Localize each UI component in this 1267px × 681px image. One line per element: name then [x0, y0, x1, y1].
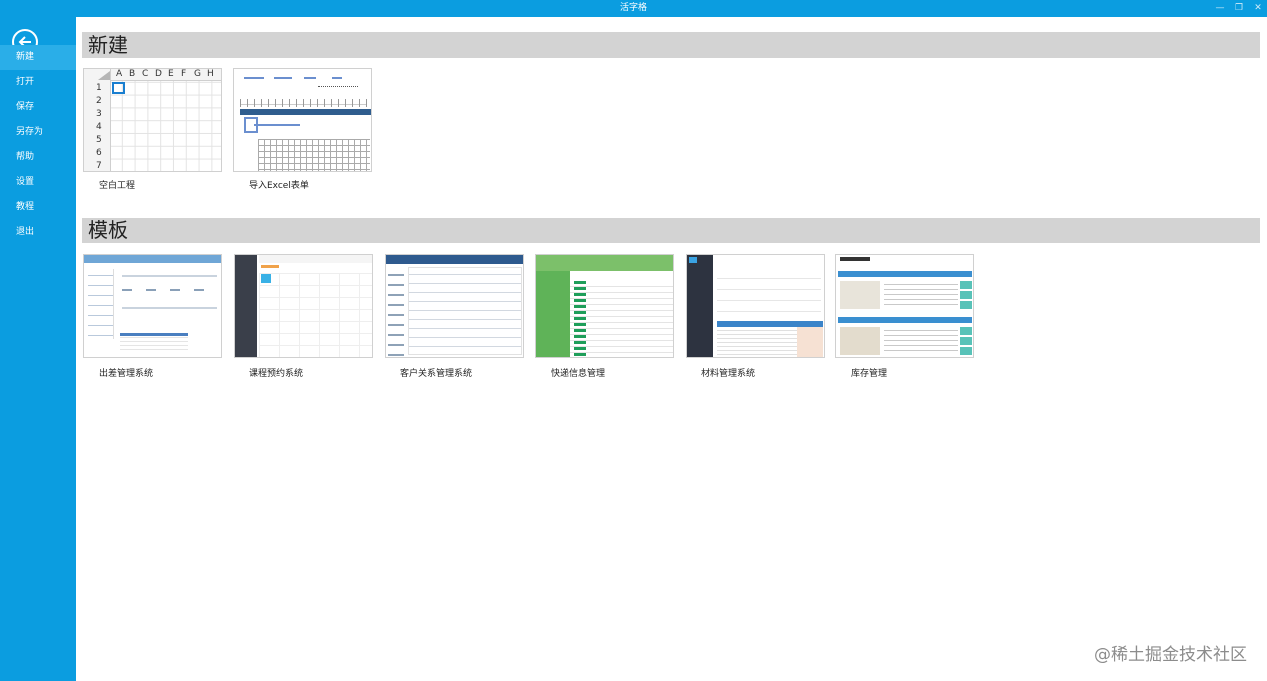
selected-cell: [112, 82, 125, 94]
sidebar-item-exit[interactable]: 退出: [0, 220, 76, 245]
row-header: 3: [96, 109, 102, 119]
template-label-course-booking: 课程预约系统: [249, 369, 304, 379]
template-card-crm[interactable]: [385, 254, 524, 358]
watermark: @稀土掘金技术社区: [1094, 645, 1247, 665]
row-header: 6: [96, 148, 102, 158]
sidebar-item-settings[interactable]: 设置: [0, 170, 76, 195]
template-card-inventory[interactable]: [835, 254, 974, 358]
template-card-course-booking[interactable]: [234, 254, 373, 358]
template-card-material[interactable]: [686, 254, 825, 358]
column-header: H: [207, 69, 214, 79]
column-header: D: [155, 69, 162, 79]
sidebar-item-tutorial[interactable]: 教程: [0, 195, 76, 220]
template-label-express: 快递信息管理: [551, 369, 606, 379]
minimize-icon[interactable]: —: [1211, 0, 1229, 17]
template-label-inventory: 库存管理: [851, 369, 888, 379]
window-title: 活字格: [619, 3, 647, 13]
column-header: A: [116, 69, 123, 79]
row-header: 1: [96, 83, 102, 93]
sidebar-item-save[interactable]: 保存: [0, 95, 76, 120]
sidebar-item-help[interactable]: 帮助: [0, 145, 76, 170]
blank-project-label: 空白工程: [99, 181, 136, 191]
column-header: G: [194, 69, 201, 79]
new-section-heading: 新建: [82, 32, 1260, 58]
sidebar-item-new[interactable]: 新建: [0, 45, 76, 70]
row-header: 7: [96, 161, 102, 171]
sidebar-item-save-as[interactable]: 另存为: [0, 120, 76, 145]
column-header: E: [168, 69, 174, 79]
template-label-crm: 客户关系管理系统: [400, 369, 473, 379]
row-header: 4: [96, 122, 102, 132]
template-label-business-trip: 出差管理系统: [99, 369, 154, 379]
column-header: F: [181, 69, 187, 79]
import-excel-label: 导入Excel表单: [249, 181, 309, 191]
column-header: B: [129, 69, 136, 79]
template-label-material: 材料管理系统: [701, 369, 756, 379]
close-icon[interactable]: ✕: [1249, 0, 1267, 17]
blank-project-card[interactable]: A B C D E F G H 1 2 3 4 5 6 7: [83, 68, 222, 172]
column-header: C: [142, 69, 149, 79]
sidebar: 新建 打开 保存 另存为 帮助 设置 教程 退出: [0, 17, 76, 681]
sidebar-item-open[interactable]: 打开: [0, 70, 76, 95]
template-card-business-trip[interactable]: [83, 254, 222, 358]
import-excel-card[interactable]: [233, 68, 372, 172]
restore-icon[interactable]: ❐: [1230, 0, 1248, 17]
row-header: 2: [96, 96, 102, 106]
row-header: 5: [96, 135, 102, 145]
template-card-express[interactable]: [535, 254, 674, 358]
title-bar: 活字格: [0, 0, 1267, 17]
template-section-heading: 模板: [82, 218, 1260, 243]
